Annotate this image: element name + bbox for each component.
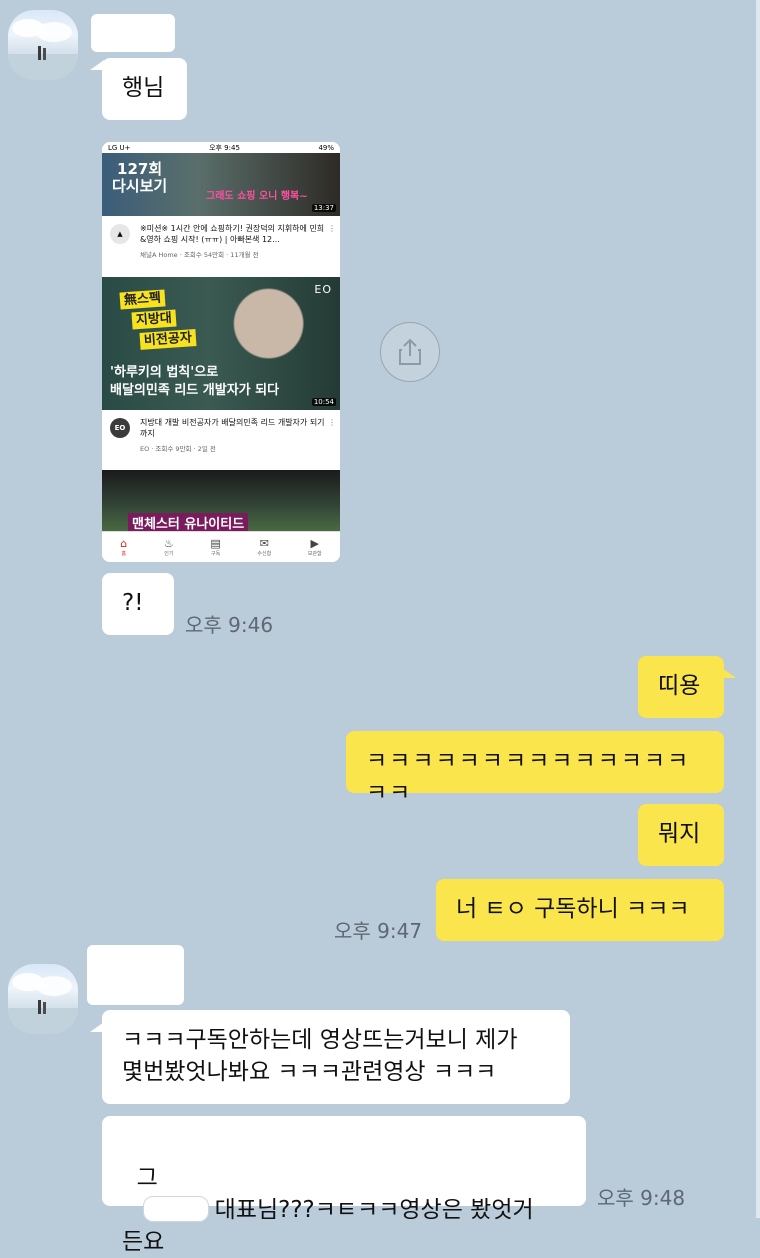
share-button[interactable] [380, 322, 440, 382]
window-edge [756, 0, 760, 1218]
clock-text: 오후 9:45 [209, 143, 240, 152]
video-title: 지방대 개발 비전공자가 배달의민족 리드 개발자가 되기까지 [140, 418, 325, 438]
subscriptions-icon: ▤ [210, 536, 221, 550]
sender-name-redacted [87, 945, 184, 1005]
message-bubble[interactable]: 행님 [102, 58, 187, 120]
phone-status-bar: LG U+ 오후 9:45 49% [102, 142, 340, 153]
thumbnail-tag: 지방대 [131, 309, 177, 330]
thumbnail-tag: 無스펙 [119, 289, 166, 310]
tab-trending[interactable]: ♨ 인기 [163, 536, 174, 557]
video-info-row[interactable]: EO 지방대 개발 비전공자가 배달의민족 리드 개발자가 되기까지 EO · … [102, 410, 340, 470]
flame-icon: ♨ [163, 536, 174, 550]
share-icon [399, 338, 421, 365]
message-bubble[interactable]: ㅋㅋㅋ구독안하는데 영상뜨는거보니 제가 몇번봤엇나봐요 ㅋㅋㅋ관련영상 ㅋㅋㅋ [102, 1010, 570, 1104]
bubble-tail [722, 668, 736, 678]
library-icon: ▶ [310, 536, 319, 550]
tab-label: 인기 [164, 550, 174, 557]
message-bubble[interactable]: 그 대표님???ㅋㅌㅋㅋ영상은 봤엇거 든요 [102, 1116, 586, 1255]
tab-label: 홈 [121, 550, 127, 557]
video-info-row[interactable]: ▲ ※미션※ 1시간 안에 쇼핑하기! 권장덕의 지휘하에 민희&영하 쇼핑 시… [102, 216, 340, 276]
my-message-bubble[interactable]: 띠용 [638, 656, 724, 718]
video-thumbnail[interactable]: 맨체스터 유나이티드 [102, 470, 340, 532]
thumbnail-line: '하루키의 법칙'으로 [110, 365, 219, 380]
video-title: ※미션※ 1시간 안에 쇼핑하기! 권장덕의 지휘하에 민희&영하 쇼핑 시작!… [140, 224, 325, 244]
my-message-bubble[interactable]: ㅋㅋㅋㅋㅋㅋㅋㅋㅋㅋㅋㅋㅋㅋㅋㅋ [346, 731, 724, 806]
my-message-bubble[interactable]: 뭐지 [638, 804, 724, 866]
video-thumbnail[interactable]: 127회 다시보기 그래도 쇼핑 오니 행복~ 13:37 [102, 153, 340, 216]
channel-logo-text: EO [314, 283, 332, 296]
tab-label: 보관함 [307, 550, 322, 557]
video-duration: 10:54 [311, 398, 336, 406]
message-time: 오후 9:48 [597, 1186, 686, 1210]
video-thumbnail[interactable]: 無스펙 지방대 비전공자 EO '하루키의 법칙'으로 배달의민족 리드 개발자… [102, 277, 340, 410]
more-icon[interactable]: ⋮ [328, 224, 336, 233]
home-icon: ⌂ [120, 536, 128, 550]
message-text: 그 [136, 1165, 158, 1191]
thumbnail-caption: 그래도 쇼핑 오니 행복~ [206, 191, 308, 202]
channel-avatar[interactable]: ▲ [110, 224, 130, 244]
sender-name-redacted [91, 14, 175, 52]
carrier-text: LG U+ [108, 143, 131, 152]
tab-subscriptions[interactable]: ▤ 구독 [210, 536, 221, 557]
avatar-image [8, 973, 78, 1034]
avatar-image [8, 19, 78, 80]
message-time: 오후 9:47 [334, 919, 423, 943]
thumbnail-text: 127회 다시보기 [112, 160, 168, 195]
message-bubble[interactable]: ?! [102, 573, 174, 635]
video-meta: EO · 조회수 9만회 · 2일 전 [140, 445, 216, 453]
youtube-tab-bar: ⌂ 홈 ♨ 인기 ▤ 구독 ✉ 수신함 ▶ 보관함 [102, 531, 340, 562]
tab-label: 구독 [210, 550, 221, 557]
my-message-bubble[interactable]: 너 ㅌㅇ 구독하니 ㅋㅋㅋ [436, 879, 724, 941]
tab-library[interactable]: ▶ 보관함 [307, 536, 322, 557]
more-icon[interactable]: ⋮ [328, 418, 336, 427]
channel-avatar[interactable]: EO [110, 418, 130, 438]
mail-icon: ✉ [259, 536, 269, 550]
video-duration: 13:37 [311, 204, 336, 212]
thumbnail-line: 배달의민족 리드 개발자가 되다 [110, 383, 280, 398]
profile-avatar[interactable] [8, 10, 78, 80]
thumbnail-caption: 맨체스터 유나이티드 [128, 513, 249, 532]
profile-avatar[interactable] [8, 964, 78, 1034]
battery-text: 49% [318, 143, 334, 152]
tab-label: 수신함 [257, 550, 272, 557]
video-meta: 채널A Home · 조회수 54만회 · 11개월 전 [140, 251, 259, 259]
shared-image[interactable]: LG U+ 오후 9:45 49% 127회 다시보기 그래도 쇼핑 오니 행복… [102, 142, 340, 562]
tab-home[interactable]: ⌂ 홈 [120, 536, 128, 557]
thumbnail-tag: 비전공자 [139, 329, 197, 350]
tab-inbox[interactable]: ✉ 수신함 [257, 536, 272, 557]
message-time: 오후 9:46 [185, 613, 274, 637]
